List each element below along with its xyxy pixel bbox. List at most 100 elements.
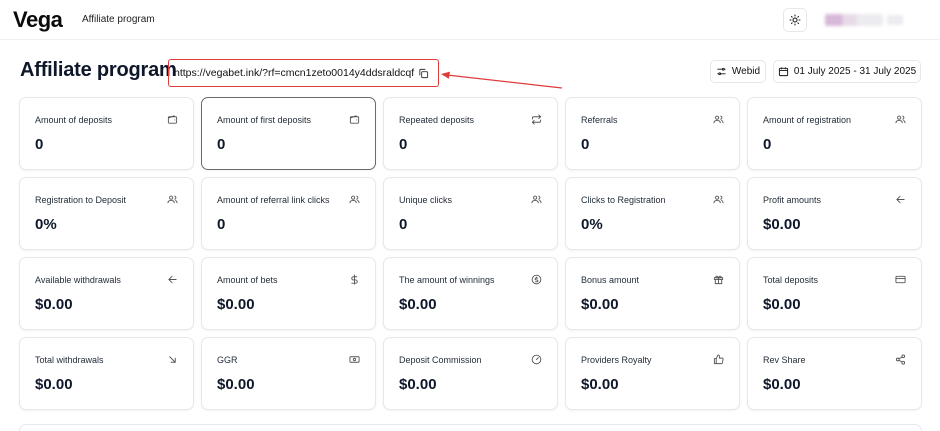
stat-card-ggr[interactable]: GGR $0.00 [201,337,376,410]
stat-card-registration-to-deposit[interactable]: Registration to Deposit 0% [19,177,194,250]
user-account-menu[interactable] [817,8,927,32]
calendar-icon [778,66,789,77]
stat-card-value: $0.00 [35,296,73,313]
stat-card-label: Providers Royalty [581,355,652,365]
stat-card-label: Registration to Deposit [35,195,127,205]
stat-card-label: Clicks to Registration [581,195,666,205]
stat-card-value: 0 [399,136,408,153]
stat-card-rev-share[interactable]: Rev Share $0.00 [747,337,922,410]
stat-card-unique-clicks[interactable]: Unique clicks 0 [383,177,558,250]
stat-card-amount-of-bets[interactable]: Amount of bets $0.00 [201,257,376,330]
top-bar: Vega Affiliate program [0,0,940,40]
banknote-icon [349,354,360,365]
stat-card-referrals[interactable]: Referrals 0 [565,97,740,170]
stat-card-value: $0.00 [763,296,801,313]
stat-card-repeated-deposits[interactable]: Repeated deposits 0 [383,97,558,170]
bottom-panel [19,424,922,431]
users-icon [167,194,178,205]
arrow-left-icon [167,274,178,285]
stat-card-total-deposits[interactable]: Total deposits $0.00 [747,257,922,330]
gauge-icon [531,354,542,365]
stat-card-label: The amount of winnings [399,275,495,285]
webid-filter-button[interactable]: Webid [710,60,766,83]
stat-card-value: 0 [399,216,408,233]
stat-card-label: Available withdrawals [35,275,121,285]
stat-card-value: $0.00 [217,296,255,313]
stat-card-label: Amount of deposits [35,115,113,125]
stat-card-label: Total deposits [763,275,819,285]
stat-card-amount-of-first-deposits[interactable]: Amount of first deposits 0 [201,97,376,170]
arrow-left-icon [895,194,906,205]
stat-card-value: 0 [35,136,44,153]
date-range-label: 01 July 2025 - 31 July 2025 [793,66,917,77]
stats-grid: Amount of deposits 0 Amount of first depos… [19,97,922,410]
page-title: Affiliate program [20,59,177,81]
gift-icon [713,274,724,285]
stat-card-label: Rev Share [763,355,806,365]
thumbs-up-icon [713,354,724,365]
wallet-icon [349,114,360,125]
wallet-icon [167,114,178,125]
card-icon [895,274,906,285]
stat-card-label: Total withdrawals [35,355,104,365]
users-icon [713,114,724,125]
sliders-icon [716,66,727,77]
stat-card-the-amount-of-winnings[interactable]: The amount of winnings $0.00 [383,257,558,330]
redacted-username-tail [887,15,903,25]
dollar-icon [349,274,360,285]
stat-card-available-withdrawals[interactable]: Available withdrawals $0.00 [19,257,194,330]
stat-card-deposit-commission[interactable]: Deposit Commission $0.00 [383,337,558,410]
stat-card-value: 0 [217,136,226,153]
webid-label: Webid [731,66,761,77]
stat-card-amount-of-deposits[interactable]: Amount of deposits 0 [19,97,194,170]
coin-icon [531,274,542,285]
sun-icon [789,14,801,26]
referral-link-box[interactable]: https://vegabet.ink/?rf=cmcn1zeto0014y4d… [168,59,439,87]
stat-card-value: $0.00 [763,216,801,233]
stat-card-value: $0.00 [581,296,619,313]
stat-card-value: 0 [763,136,772,153]
share-icon [895,354,906,365]
users-icon [349,194,360,205]
stat-card-label: Amount of registration [763,115,852,125]
arrow-down-right-icon [167,354,178,365]
stat-card-providers-royalty[interactable]: Providers Royalty $0.00 [565,337,740,410]
stat-card-label: Amount of referral link clicks [217,195,330,205]
stat-card-total-withdrawals[interactable]: Total withdrawals $0.00 [19,337,194,410]
stat-card-amount-of-referral-link-clicks[interactable]: Amount of referral link clicks 0 [201,177,376,250]
annotation-arrow [441,71,563,89]
referral-link-text[interactable]: https://vegabet.ink/?rf=cmcn1zeto0014y4d… [174,67,414,79]
stat-card-value: $0.00 [35,376,73,393]
stat-card-value: 0 [581,136,590,153]
stat-card-value: $0.00 [399,296,437,313]
stat-card-value: 0% [35,216,57,233]
users-icon [713,194,724,205]
copy-icon[interactable] [418,68,429,79]
stat-card-label: GGR [217,355,238,365]
date-range-picker[interactable]: 01 July 2025 - 31 July 2025 [773,60,921,83]
stat-card-label: Bonus amount [581,275,640,285]
redacted-username [825,14,883,26]
vega-logo[interactable]: Vega [13,7,63,33]
stat-card-value: $0.00 [763,376,801,393]
users-icon [895,114,906,125]
stat-card-value: $0.00 [217,376,255,393]
repeat-icon [531,114,542,125]
stat-card-clicks-to-registration[interactable]: Clicks to Registration 0% [565,177,740,250]
stat-card-label: Amount of first deposits [217,115,312,125]
stat-card-value: 0% [581,216,603,233]
logo-text: Vega [13,7,63,32]
stat-card-value: $0.00 [399,376,437,393]
stat-card-value: $0.00 [581,376,619,393]
users-icon [531,194,542,205]
stat-card-label: Amount of bets [217,275,278,285]
stat-card-label: Deposit Commission [399,355,482,365]
stat-card-value: 0 [217,216,226,233]
nav-affiliate-program[interactable]: Affiliate program [82,14,155,25]
stat-card-amount-of-registration[interactable]: Amount of registration 0 [747,97,922,170]
stat-card-label: Repeated deposits [399,115,475,125]
stat-card-bonus-amount[interactable]: Bonus amount $0.00 [565,257,740,330]
theme-toggle-button[interactable] [783,8,807,32]
stat-card-label: Unique clicks [399,195,453,205]
stat-card-profit-amounts[interactable]: Profit amounts $0.00 [747,177,922,250]
